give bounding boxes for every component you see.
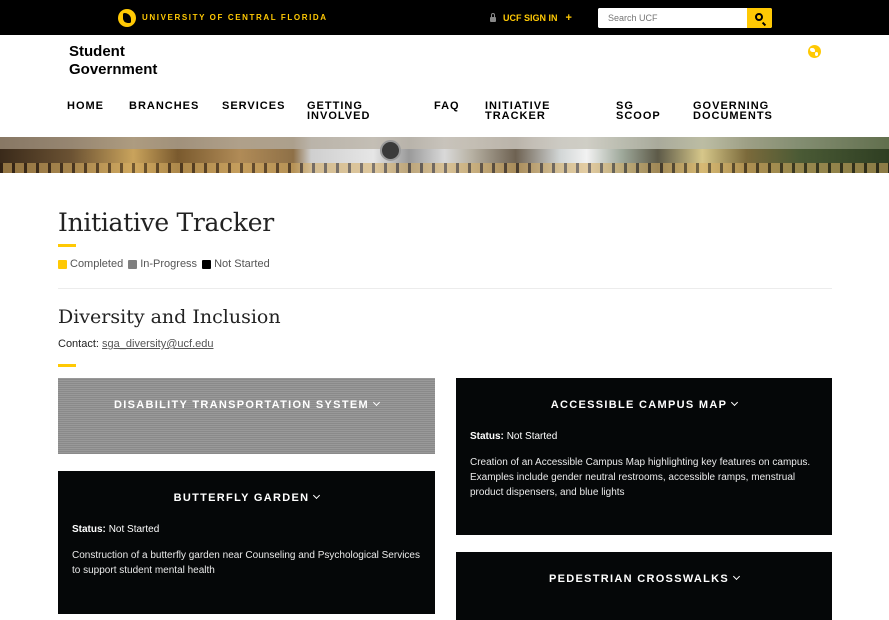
page-title: Initiative Tracker	[58, 208, 274, 237]
sign-in-label: UCF SIGN IN	[503, 13, 558, 23]
title-accent-rule	[58, 244, 76, 247]
legend-in-progress-label: In-Progress	[140, 258, 198, 270]
nav-initiative-tracker[interactable]: INITIATIVE TRACKER	[485, 101, 565, 122]
search-icon	[754, 13, 763, 21]
status-label: Status:	[470, 431, 504, 442]
nav-services[interactable]: SERVICES	[222, 101, 285, 112]
search-box	[598, 8, 772, 28]
nav-sg-scoop[interactable]: SG SCOOP	[616, 101, 660, 122]
status-value: Not Started	[108, 524, 160, 535]
initiative-card-butterfly-garden[interactable]: BUTTERFLY GARDEN Status: Not Started Con…	[58, 471, 435, 614]
legend-not-started: Not Started	[202, 258, 270, 270]
site-title[interactable]: Student Government	[69, 43, 157, 79]
card-title-text: ACCESSIBLE CAMPUS MAP	[550, 399, 728, 411]
initiative-card-pedestrian-crosswalks[interactable]: PEDESTRIAN CROSSWALKS	[456, 552, 832, 620]
section-title: Diversity and Inclusion	[58, 306, 281, 328]
completed-swatch-icon	[58, 259, 67, 269]
search-input[interactable]	[598, 8, 746, 28]
card-title-text: DISABILITY TRANSPORTATION SYSTEM	[114, 399, 369, 411]
chevron-down-icon	[372, 398, 380, 407]
legend-completed-label: Completed	[70, 258, 124, 270]
plus-icon: +	[565, 12, 572, 24]
search-button[interactable]	[747, 8, 772, 28]
site-title-line2: Government	[69, 61, 158, 78]
globe-icon[interactable]	[808, 45, 821, 58]
card-description: Construction of a butterfly garden near …	[72, 550, 420, 576]
status-label: Status:	[72, 524, 106, 535]
nav-faq[interactable]: FAQ	[434, 101, 460, 112]
card-title: ACCESSIBLE CAMPUS MAP	[456, 398, 832, 411]
card-title: DISABILITY TRANSPORTATION SYSTEM	[58, 398, 435, 411]
card-description: Creation of an Accessible Campus Map hig…	[470, 457, 811, 498]
chevron-down-icon	[733, 572, 741, 581]
contact-label: Contact:	[58, 338, 99, 350]
card-title: PEDESTRIAN CROSSWALKS	[456, 572, 832, 585]
legend-completed: Completed	[58, 258, 123, 270]
card-status: Status: Not Started	[470, 431, 557, 442]
chevron-down-icon	[313, 491, 321, 500]
status-value: Not Started	[506, 431, 558, 442]
nav-getting-involved[interactable]: GETTING INVOLVED	[307, 101, 403, 122]
card-title: BUTTERFLY GARDEN	[58, 491, 435, 504]
not-started-swatch-icon	[202, 259, 212, 269]
ucf-sign-in-link[interactable]: UCF SIGN IN +	[490, 12, 572, 24]
site-title-line1: Student	[69, 43, 125, 60]
card-title-text: PEDESTRIAN CROSSWALKS	[548, 573, 730, 585]
nav-branches[interactable]: BRANCHES	[129, 101, 199, 112]
initiative-card-accessible-campus-map[interactable]: ACCESSIBLE CAMPUS MAP Status: Not Starte…	[456, 378, 832, 535]
initiative-card-disability-transportation[interactable]: DISABILITY TRANSPORTATION SYSTEM	[58, 378, 435, 454]
legend-in-progress: In-Progress	[128, 258, 197, 270]
legend-not-started-label: Not Started	[214, 258, 270, 270]
lock-icon	[490, 12, 496, 22]
section-divider	[58, 288, 832, 289]
nav-governing-documents[interactable]: GOVERNING DOCUMENTS	[693, 101, 793, 122]
card-status: Status: Not Started	[72, 524, 159, 535]
campus-banner-image	[0, 137, 889, 173]
university-name-link[interactable]: UNIVERSITY OF CENTRAL FLORIDA	[142, 13, 328, 22]
in-progress-swatch-icon	[128, 259, 138, 269]
card-title-text: BUTTERFLY GARDEN	[173, 492, 310, 504]
ucf-top-bar: UNIVERSITY OF CENTRAL FLORIDA UCF SIGN I…	[0, 0, 889, 35]
ucf-pegasus-logo-icon[interactable]	[118, 9, 136, 27]
status-legend: Completed In-Progress Not Started	[58, 258, 275, 270]
seal-emblem-icon	[380, 140, 401, 161]
nav-home[interactable]: HOME	[67, 101, 104, 112]
contact-email-link[interactable]: sga_diversity@ucf.edu	[102, 338, 213, 350]
main-navigation: HOME BRANCHES SERVICES GETTING INVOLVED …	[0, 99, 889, 129]
section-accent-rule	[58, 364, 76, 367]
chevron-down-icon	[731, 398, 739, 407]
section-contact: Contact: sga_diversity@ucf.edu	[58, 338, 213, 350]
